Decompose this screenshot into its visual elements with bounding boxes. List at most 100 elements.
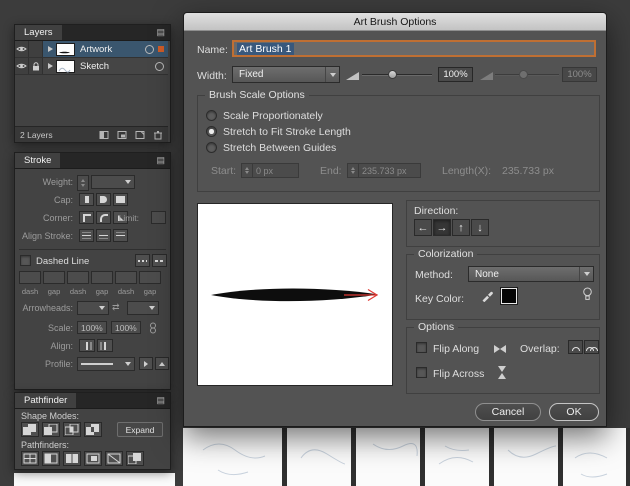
divide-button[interactable] <box>21 451 39 466</box>
weight-stepper[interactable] <box>77 175 89 191</box>
radio-scale-proportionately[interactable] <box>206 110 217 121</box>
cap-round-button[interactable] <box>96 193 111 206</box>
arrowhead-scale-start-field[interactable]: 100% <box>77 321 107 334</box>
width-type-dropdown[interactable]: Fixed <box>232 66 340 83</box>
limit-field[interactable] <box>151 211 166 224</box>
direction-down-button[interactable]: ↓ <box>471 219 489 236</box>
name-input[interactable]: Art Brush 1 <box>232 40 596 57</box>
radio-stretch-to-fit[interactable] <box>206 126 217 137</box>
colorization-method-dropdown[interactable]: None <box>468 266 594 282</box>
slider-thumb[interactable] <box>388 69 397 79</box>
eyedropper-icon[interactable] <box>481 289 494 307</box>
expand-triangle-icon[interactable] <box>48 46 53 52</box>
arrowhead-align-end-button[interactable] <box>97 339 113 352</box>
flip-profile-along-button[interactable] <box>139 357 153 370</box>
dash-field-1[interactable] <box>19 271 41 284</box>
ok-button[interactable]: OK <box>549 403 599 421</box>
swap-arrowheads-icon[interactable]: ⇄ <box>112 302 120 313</box>
flip-profile-across-button[interactable] <box>155 357 169 370</box>
artboard[interactable] <box>287 428 351 486</box>
panel-menu-icon[interactable]: ▤ <box>151 393 170 408</box>
artboard[interactable] <box>14 473 175 486</box>
target-circle-icon[interactable] <box>145 44 154 54</box>
dialog-title-bar[interactable]: Art Brush Options <box>184 13 606 31</box>
minus-front-button[interactable] <box>42 422 60 437</box>
tab-stroke[interactable]: Stroke <box>15 153 61 168</box>
layer-thumbnail[interactable] <box>56 59 75 73</box>
visibility-toggle[interactable] <box>15 58 29 74</box>
clipping-mask-icon[interactable] <box>99 130 110 140</box>
tab-pathfinder[interactable]: Pathfinder <box>15 393 77 408</box>
trim-button[interactable] <box>42 451 60 466</box>
arrowhead-start-dropdown[interactable] <box>77 301 109 315</box>
cap-projecting-button[interactable] <box>113 193 128 206</box>
arrowhead-end-dropdown[interactable] <box>127 301 159 315</box>
panel-menu-icon[interactable]: ▤ <box>151 25 170 40</box>
lock-toggle[interactable] <box>29 58 43 74</box>
merge-button[interactable] <box>63 451 81 466</box>
new-layer-icon[interactable] <box>135 130 146 140</box>
dashed-line-checkbox[interactable] <box>20 255 31 266</box>
dash-field-3[interactable] <box>115 271 137 284</box>
flip-across-label[interactable]: Flip Across <box>433 368 484 380</box>
corner-miter-button[interactable] <box>79 211 94 224</box>
unite-button[interactable] <box>21 422 39 437</box>
align-stroke-inside-button[interactable] <box>96 229 111 242</box>
new-sublayer-icon[interactable] <box>117 130 128 140</box>
minus-back-button[interactable] <box>126 451 144 466</box>
arrowhead-align-tip-button[interactable] <box>79 339 95 352</box>
tips-lightbulb-icon[interactable] <box>582 287 593 306</box>
flip-along-label[interactable]: Flip Along <box>433 343 479 355</box>
layer-thumbnail[interactable] <box>56 42 75 56</box>
artboard[interactable] <box>425 428 489 486</box>
expand-triangle-icon[interactable] <box>48 63 53 69</box>
direction-up-button[interactable]: ↑ <box>452 219 470 236</box>
artboard[interactable] <box>563 428 626 486</box>
intersect-button[interactable] <box>63 422 81 437</box>
weight-field[interactable] <box>91 175 135 189</box>
tab-layers[interactable]: Layers <box>15 25 62 40</box>
exclude-button[interactable] <box>84 422 102 437</box>
lock-toggle[interactable] <box>29 41 43 57</box>
profile-dropdown[interactable] <box>77 357 135 371</box>
outline-button[interactable] <box>105 451 123 466</box>
layer-name[interactable]: Artwork <box>80 44 112 55</box>
dash-preserve-button[interactable] <box>135 254 150 267</box>
radio-stretch-between-guides[interactable] <box>206 142 217 153</box>
dash-align-button[interactable] <box>152 254 167 267</box>
target-circle-icon[interactable] <box>155 61 164 71</box>
width-slider[interactable] <box>362 66 432 83</box>
gap-field-1[interactable] <box>43 271 65 284</box>
radio-label-scale-proportionately[interactable]: Scale Proportionately <box>223 110 323 122</box>
radio-label-stretch-to-fit[interactable]: Stretch to Fit Stroke Length <box>223 126 351 138</box>
gap-field-2[interactable] <box>91 271 113 284</box>
align-stroke-center-button[interactable] <box>79 229 94 242</box>
layer-name[interactable]: Sketch <box>80 61 109 72</box>
expand-button[interactable]: Expand <box>117 422 163 437</box>
flip-along-checkbox[interactable] <box>416 342 427 353</box>
link-scales-icon[interactable] <box>147 321 159 339</box>
artboard[interactable] <box>356 428 420 486</box>
overlap-none-button[interactable] <box>568 340 583 354</box>
delete-trash-icon[interactable] <box>153 130 163 140</box>
cancel-button[interactable]: Cancel <box>475 403 541 421</box>
flip-across-checkbox[interactable] <box>416 367 427 378</box>
dash-field-2[interactable] <box>67 271 89 284</box>
panel-menu-icon[interactable]: ▤ <box>151 153 170 168</box>
layer-row-sketch[interactable]: Sketch <box>15 58 168 75</box>
overlap-adjust-button[interactable] <box>584 340 599 354</box>
direction-right-button[interactable]: → <box>433 219 451 236</box>
width-value-field[interactable]: 100% <box>438 67 473 82</box>
visibility-toggle[interactable] <box>15 41 29 57</box>
gap-field-3[interactable] <box>139 271 161 284</box>
artboard[interactable] <box>183 428 282 486</box>
cap-butt-button[interactable] <box>79 193 94 206</box>
artboard[interactable] <box>494 428 558 486</box>
layer-row-artwork[interactable]: Artwork <box>15 41 168 58</box>
direction-left-button[interactable]: ← <box>414 219 432 236</box>
align-stroke-outside-button[interactable] <box>113 229 128 242</box>
radio-label-stretch-between-guides[interactable]: Stretch Between Guides <box>223 142 336 154</box>
arrowhead-scale-end-field[interactable]: 100% <box>111 321 141 334</box>
key-color-swatch[interactable] <box>500 287 518 305</box>
crop-button[interactable] <box>84 451 102 466</box>
